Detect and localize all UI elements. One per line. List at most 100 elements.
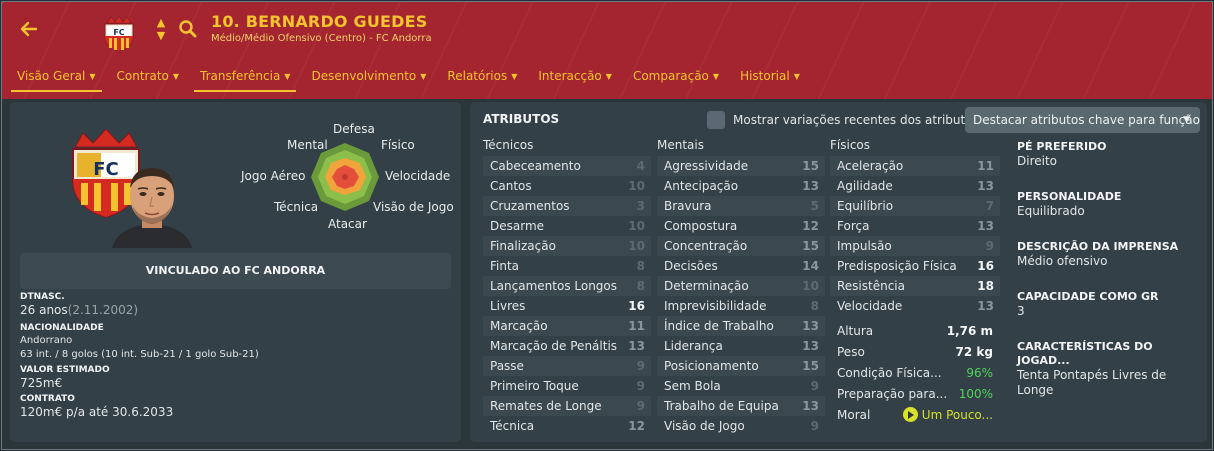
attribute-row[interactable]: Concentração 15 (657, 236, 825, 256)
attribute-row[interactable]: Livres 16 (483, 296, 651, 316)
attribute-row[interactable]: Determinação 10 (657, 276, 825, 296)
tab-historial[interactable]: Historial ▼ (734, 66, 806, 92)
attribute-row[interactable]: Lançamentos Longos 8 (483, 276, 651, 296)
attribute-row[interactable]: Compostura 12 (657, 216, 825, 236)
attribute-row[interactable]: Decisões 14 (657, 256, 825, 276)
attribute-row[interactable]: Técnica 12 (483, 416, 651, 436)
attribute-name: Finta (490, 259, 520, 273)
attribute-row[interactable]: Desarme 10 (483, 216, 651, 236)
player-name-title: 10. BERNARDO GUEDES (211, 12, 428, 31)
attribute-row[interactable]: Resistência 18 (830, 276, 1000, 296)
attribute-value: 15 (802, 239, 819, 253)
tab-contrato[interactable]: Contrato ▼ (111, 66, 186, 92)
radar-label-atacar: Atacar (328, 217, 367, 231)
recent-changes-label: Mostrar variações recentes dos atributos (733, 113, 979, 127)
attribute-value: 11 (628, 319, 645, 333)
attribute-row[interactable]: Passe 9 (483, 356, 651, 376)
attribute-value: 8 (810, 299, 819, 313)
chevron-down-icon: ▼ (172, 72, 180, 81)
morale-value: Um Pouco... (921, 407, 993, 422)
attribute-row[interactable]: Sem Bola 9 (657, 376, 825, 396)
mental-attributes: Agressividade 15 Antecipação 13 Bravura 5 Comp… (657, 156, 825, 436)
dropdown-label: Destacar atributos chave para função (973, 113, 1200, 127)
attribute-row[interactable]: Predisposição Física 16 (830, 256, 1000, 276)
attribute-row[interactable]: Finalização 10 (483, 236, 651, 256)
player-traits-value: Tenta Pontapés Livres de Longe (1017, 368, 1167, 397)
birth-date: (2.11.2002) (67, 303, 139, 317)
attribute-value: 13 (977, 299, 994, 313)
attribute-row[interactable]: Remates de Longe 9 (483, 396, 651, 416)
attribute-row[interactable]: Índice de Trabalho 13 (657, 316, 825, 336)
attribute-name: Finalização (490, 239, 556, 253)
dob-label: DTNASC. (20, 292, 65, 302)
tab-comparacao[interactable]: Comparação ▼ (627, 66, 725, 92)
attribute-row[interactable]: Impulsão 9 (830, 236, 1000, 256)
nationality-value[interactable]: Andorrano (20, 334, 451, 348)
gk-ability-label: CAPACIDADE COMO GR (1017, 290, 1159, 303)
back-arrow-icon[interactable] (16, 18, 42, 44)
attribute-row[interactable]: Liderança 13 (657, 336, 825, 356)
recent-changes-checkbox[interactable] (707, 111, 725, 129)
attribute-row[interactable]: Equilíbrio 7 (830, 196, 1000, 216)
contract-label: CONTRATO (20, 394, 75, 404)
attribute-row[interactable]: Visão de Jogo 9 (657, 416, 825, 436)
tab-desenvolvimento[interactable]: Desenvolvimento ▼ (305, 66, 432, 92)
technical-attributes: Cabeceamento 4 Cantos 10 Cruzamentos 3 Desarme… (483, 156, 651, 436)
height-value: 1,76 m (946, 323, 993, 338)
attribute-row[interactable]: Marcação 11 (483, 316, 651, 336)
attribute-value: 9 (636, 359, 645, 373)
attribute-value: 16 (628, 299, 645, 313)
attribute-value: 9 (810, 379, 819, 393)
attribute-value: 12 (802, 219, 819, 233)
attribute-name: Impulsão (837, 239, 892, 253)
attribute-name: Bravura (664, 199, 712, 213)
next-player-chevron-down-icon[interactable]: ▼ (154, 29, 168, 42)
attribute-row[interactable]: Agressividade 15 (657, 156, 825, 176)
attribute-value: 16 (977, 259, 994, 273)
attribute-name: Aceleração (837, 159, 904, 173)
tab-interaccao[interactable]: Interacção ▼ (532, 66, 618, 92)
attribute-value: 9 (810, 419, 819, 433)
attribute-row[interactable]: Bravura 5 (657, 196, 825, 216)
attribute-row[interactable]: Velocidade 13 (830, 296, 1000, 316)
condition-row: Condição Física... 96% (830, 362, 1000, 383)
attribute-row[interactable]: Primeiro Toque 9 (483, 376, 651, 396)
recent-changes-toggle[interactable]: Mostrar variações recentes dos atributos (707, 110, 979, 130)
value-label: VALOR ESTIMADO (20, 365, 110, 375)
tab-label: Contrato (116, 69, 169, 83)
physical-header: Físicos (830, 138, 871, 152)
previous-player-chevron-up-icon[interactable]: ▲ (154, 16, 168, 29)
attribute-row[interactable]: Marcação de Penáltis 13 (483, 336, 651, 356)
tab-transferencia[interactable]: Transferência ▼ (194, 66, 297, 92)
attribute-value: 11 (977, 159, 994, 173)
attribute-row[interactable]: Imprevisibilidade 8 (657, 296, 825, 316)
international-caps: 63 int. / 8 golos (10 int. Sub-21 / 1 go… (20, 349, 259, 360)
attribute-row[interactable]: Cabeceamento 4 (483, 156, 651, 176)
attribute-name: Decisões (664, 259, 718, 273)
morale-row[interactable]: Moral Um Pouco... (830, 404, 1000, 425)
attribute-row[interactable]: Cantos 10 (483, 176, 651, 196)
attribute-row[interactable]: Força 13 (830, 216, 1000, 236)
attribute-name: Concentração (664, 239, 748, 253)
highlight-role-dropdown[interactable]: Destacar atributos chave para função ▼ (965, 107, 1200, 133)
attribute-row[interactable]: Cruzamentos 3 (483, 196, 651, 216)
attribute-name: Equilíbrio (837, 199, 894, 213)
tab-visao-geral[interactable]: Visão Geral ▼ (11, 66, 102, 92)
attribute-name: Marcação (490, 319, 548, 333)
player-profile-window: FC ▲ ▼ 10. BERNARDO GUEDES Médio/Médio O… (1, 1, 1213, 450)
attribute-value: 7 (985, 199, 994, 213)
attribute-value: 10 (628, 219, 645, 233)
attribute-row[interactable]: Aceleração 11 (830, 156, 1000, 176)
tab-relatorios[interactable]: Relatórios ▼ (441, 66, 523, 92)
tab-label: Relatórios (447, 69, 508, 83)
attribute-row[interactable]: Antecipação 13 (657, 176, 825, 196)
attribute-value: 13 (802, 179, 819, 193)
attribute-row[interactable]: Posicionamento 15 (657, 356, 825, 376)
sharpness-value: 100% (958, 386, 993, 401)
attribute-row[interactable]: Finta 8 (483, 256, 651, 276)
radar-label-mental: Mental (287, 138, 328, 152)
attribute-row[interactable]: Trabalho de Equipa 13 (657, 396, 825, 416)
search-icon[interactable] (178, 19, 198, 39)
player-position-club[interactable]: Médio/Médio Ofensivo (Centro) - FC Andor… (211, 33, 432, 44)
attribute-row[interactable]: Agilidade 13 (830, 176, 1000, 196)
